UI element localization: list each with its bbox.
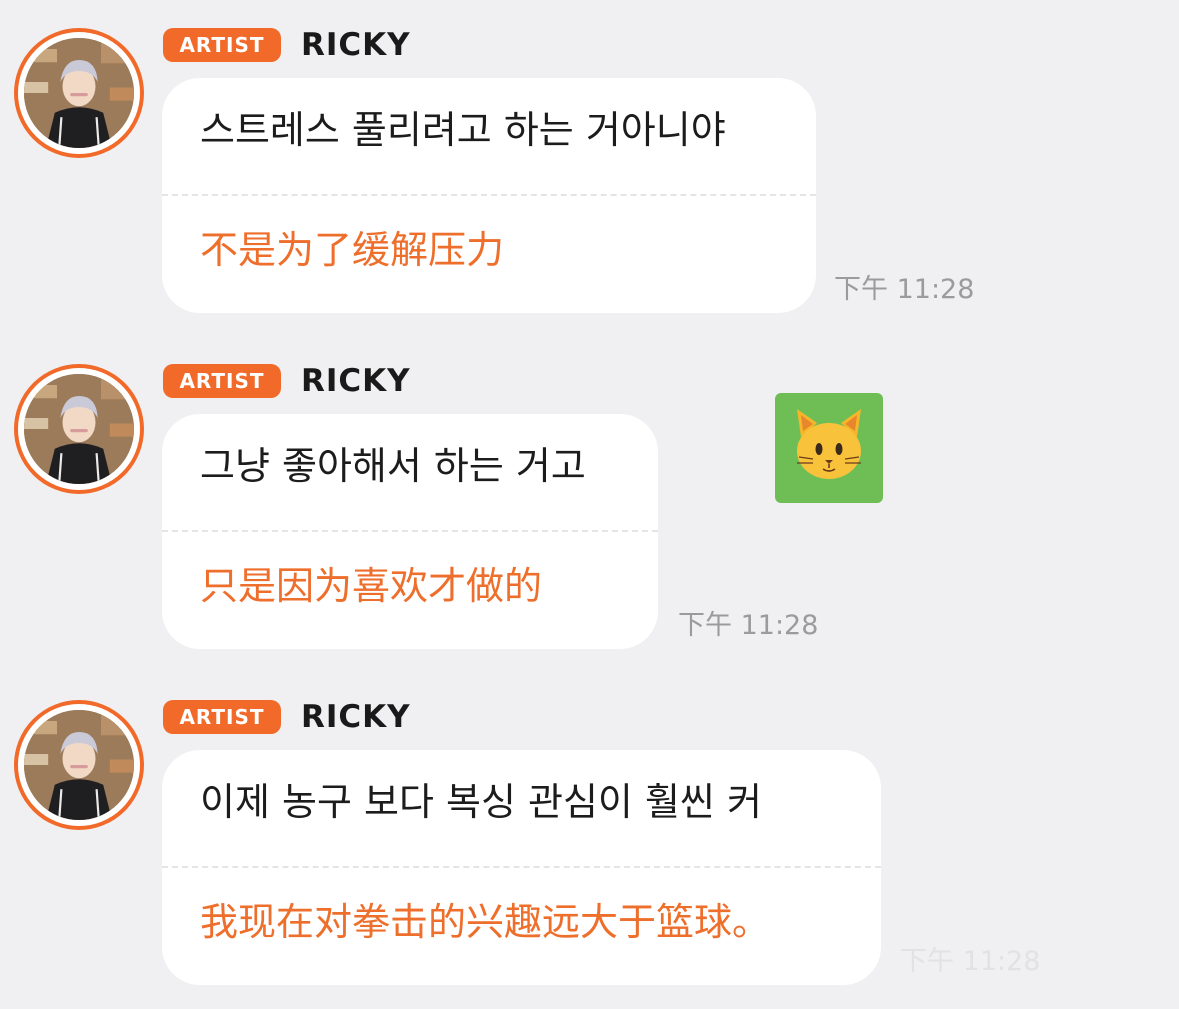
original-text: 스트레스 풀리려고 하는 거아니야 (200, 108, 726, 152)
divider (162, 194, 816, 196)
sender-name: RICKY (301, 27, 411, 63)
sender-name: RICKY (301, 699, 411, 735)
translation-text: 我现在对拳击的兴趣远大于篮球。 (200, 900, 771, 944)
avatar-photo (24, 374, 134, 484)
translation-text: 不是为了缓解压力 (200, 228, 505, 272)
avatar[interactable] (14, 364, 144, 494)
artist-badge: ARTIST (163, 28, 281, 62)
message-bubble[interactable]: 이제 농구 보다 복싱 관심이 훨씬 커 我现在对拳击的兴趣远大于篮球。 (162, 750, 881, 985)
divider (162, 866, 881, 868)
translation-text: 只是因为喜欢才做的 (200, 564, 543, 608)
timestamp: 下午 11:28 (900, 946, 1041, 977)
original-text: 그냥 좋아해서 하는 거고 (200, 444, 586, 488)
original-text: 이제 농구 보다 복싱 관심이 훨씬 커 (200, 780, 762, 824)
avatar[interactable] (14, 28, 144, 158)
sender-name: RICKY (301, 363, 411, 399)
cat-face-icon[interactable] (775, 393, 883, 503)
timestamp: 下午 11:28 (834, 274, 975, 305)
avatar-photo (24, 710, 134, 820)
chat-message: ARTIST RICKY 이제 농구 보다 복싱 관심이 훨씬 커 我现在对拳击… (0, 699, 1179, 1009)
avatar[interactable] (14, 700, 144, 830)
artist-badge: ARTIST (163, 364, 281, 398)
chat-message: ARTIST RICKY 스트레스 풀리려고 하는 거아니야 不是为了缓解压力 … (0, 27, 1179, 318)
timestamp: 下午 11:28 (678, 610, 819, 641)
divider (162, 530, 658, 532)
avatar-photo (24, 38, 134, 148)
artist-badge: ARTIST (163, 700, 281, 734)
chat-message: ARTIST RICKY 그냥 좋아해서 하는 거고 只是因为喜欢才做的 下午 … (0, 363, 1179, 654)
message-bubble[interactable]: 스트레스 풀리려고 하는 거아니야 不是为了缓解压力 (162, 78, 816, 313)
message-bubble[interactable]: 그냥 좋아해서 하는 거고 只是因为喜欢才做的 (162, 414, 658, 649)
